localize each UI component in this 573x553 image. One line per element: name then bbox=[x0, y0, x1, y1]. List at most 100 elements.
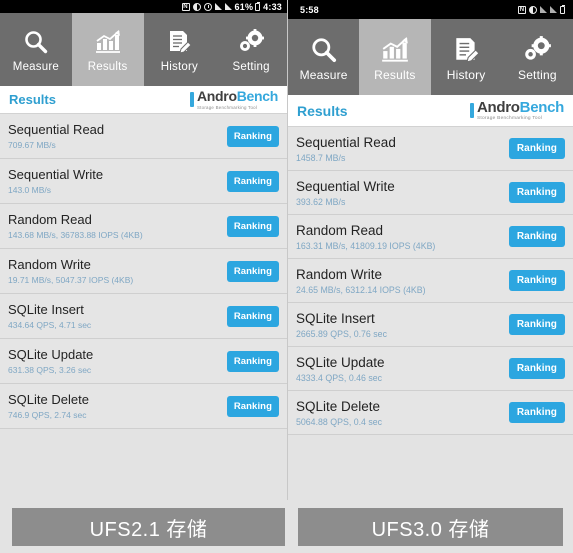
row-value: 163.31 MB/s, 41809.19 IOPS (4KB) bbox=[296, 240, 436, 251]
results-header: Results AndroBench Storage Benchmarking … bbox=[0, 86, 287, 114]
caption-right: UFS3.0 存储 bbox=[298, 508, 563, 546]
tab-setting-label: Setting bbox=[517, 67, 557, 82]
ranking-button[interactable]: Ranking bbox=[508, 358, 565, 379]
tab-history-label: History bbox=[446, 67, 486, 82]
row-value: 393.62 MB/s bbox=[296, 196, 346, 207]
row-value: 434.64 QPS, 4.71 sec bbox=[8, 320, 92, 330]
table-row[interactable]: SQLite Update 631.38 QPS, 3.26 sec Ranki… bbox=[0, 339, 287, 384]
table-row[interactable]: SQLite Insert 434.64 QPS, 4.71 sec Ranki… bbox=[0, 294, 287, 339]
row-title: Random Read bbox=[296, 222, 384, 238]
page-title: Results bbox=[297, 102, 348, 119]
ranking-button[interactable]: Ranking bbox=[508, 270, 565, 291]
nfc-icon: N bbox=[181, 2, 190, 11]
ranking-button[interactable]: Ranking bbox=[226, 125, 279, 147]
table-row[interactable]: SQLite Update 4333.4 QPS, 0.46 sec Ranki… bbox=[288, 347, 573, 391]
row-title: SQLite Insert bbox=[8, 302, 84, 317]
vibrate-icon bbox=[192, 2, 201, 11]
status-bar: 5:58 N bbox=[288, 0, 573, 19]
battery-percent: 61% bbox=[234, 1, 254, 12]
tab-setting[interactable]: Setting bbox=[502, 19, 573, 95]
caption-left: UFS2.1 存储 bbox=[12, 508, 285, 546]
row-value: 631.38 QPS, 3.26 sec bbox=[8, 365, 92, 375]
logo-text-bench: Bench bbox=[236, 87, 279, 104]
phone-screenshot-left: N 61% 4:33 Measure Results History Setti… bbox=[0, 0, 287, 500]
clock-time: 4:33 bbox=[263, 1, 282, 12]
table-row[interactable]: SQLite Insert 2665.89 QPS, 0.76 sec Rank… bbox=[288, 303, 573, 347]
ranking-button[interactable]: Ranking bbox=[226, 395, 279, 417]
row-title: Random Write bbox=[8, 257, 91, 272]
tab-history[interactable]: History bbox=[144, 13, 216, 86]
signal-icon bbox=[214, 3, 222, 10]
tab-setting-label: Setting bbox=[232, 61, 270, 73]
row-title: Random Write bbox=[296, 266, 383, 282]
gears-icon bbox=[237, 25, 265, 59]
row-value: 1458.7 MB/s bbox=[296, 152, 346, 163]
tab-bar: Measure Results History Setting bbox=[0, 13, 287, 86]
ranking-button[interactable]: Ranking bbox=[226, 215, 279, 237]
results-header: Results AndroBench Storage Benchmarking … bbox=[288, 95, 573, 127]
row-value: 143.0 MB/s bbox=[8, 185, 51, 195]
tab-results[interactable]: Results bbox=[71, 13, 144, 86]
ranking-button[interactable]: Ranking bbox=[226, 260, 279, 282]
table-row[interactable]: Sequential Read 709.67 MB/s Ranking bbox=[0, 114, 287, 159]
nfc-icon: N bbox=[518, 5, 526, 14]
table-row[interactable]: Sequential Write 393.62 MB/s Ranking bbox=[288, 171, 573, 215]
results-list: Sequential Read 709.67 MB/s Ranking Sequ… bbox=[0, 114, 287, 429]
row-title: SQLite Delete bbox=[296, 398, 381, 414]
logo-text-bench: Bench bbox=[519, 98, 565, 116]
ranking-button[interactable]: Ranking bbox=[508, 138, 565, 159]
tab-history[interactable]: History bbox=[431, 19, 502, 95]
table-row[interactable]: Random Write 24.65 MB/s, 6312.14 IOPS (4… bbox=[288, 259, 573, 303]
table-row[interactable]: Random Read 143.68 MB/s, 36783.88 IOPS (… bbox=[0, 204, 287, 249]
tab-setting[interactable]: Setting bbox=[215, 13, 287, 86]
row-value: 2665.89 QPS, 0.76 sec bbox=[296, 328, 387, 339]
status-icons: N bbox=[181, 2, 232, 11]
tab-history-label: History bbox=[160, 61, 198, 73]
signal-icon bbox=[540, 6, 547, 13]
ranking-button[interactable]: Ranking bbox=[226, 350, 279, 372]
ranking-button[interactable]: Ranking bbox=[508, 226, 565, 247]
logo-tagline: Storage Benchmarking Tool bbox=[476, 115, 543, 121]
row-title: Sequential Write bbox=[296, 178, 395, 194]
ranking-button[interactable]: Ranking bbox=[226, 305, 279, 327]
row-title: Random Read bbox=[8, 212, 92, 227]
tab-measure-label: Measure bbox=[299, 67, 348, 82]
table-row[interactable]: Random Read 163.31 MB/s, 41809.19 IOPS (… bbox=[288, 215, 573, 259]
tab-measure-label: Measure bbox=[12, 61, 59, 73]
tab-measure[interactable]: Measure bbox=[288, 19, 359, 95]
tab-bar: Measure Results History Setting bbox=[288, 19, 573, 95]
logo-mark-icon bbox=[189, 92, 194, 107]
tab-results[interactable]: Results bbox=[359, 19, 431, 95]
ranking-button[interactable]: Ranking bbox=[226, 170, 279, 192]
ranking-button[interactable]: Ranking bbox=[508, 402, 565, 423]
vibrate-icon bbox=[529, 5, 537, 14]
table-row[interactable]: Random Write 19.71 MB/s, 5047.37 IOPS (4… bbox=[0, 249, 287, 294]
row-value: 19.71 MB/s, 5047.37 IOPS (4KB) bbox=[8, 275, 134, 285]
logo-tagline: Storage Benchmarking Tool bbox=[196, 104, 258, 110]
battery-icon bbox=[255, 1, 261, 11]
row-title: Sequential Read bbox=[8, 122, 105, 137]
signal-icon bbox=[224, 3, 232, 10]
logo-text-andro: Andro bbox=[196, 87, 237, 104]
page-title: Results bbox=[9, 92, 56, 107]
ranking-button[interactable]: Ranking bbox=[508, 182, 565, 203]
status-icons: N bbox=[518, 4, 565, 14]
row-title: SQLite Update bbox=[8, 347, 94, 362]
row-value: 143.68 MB/s, 36783.88 IOPS (4KB) bbox=[8, 230, 143, 240]
document-pen-icon bbox=[452, 33, 480, 67]
row-value: 24.65 MB/s, 6312.14 IOPS (4KB) bbox=[296, 284, 426, 295]
row-title: SQLite Update bbox=[296, 354, 385, 370]
signal-icon bbox=[550, 6, 557, 13]
tab-results-label: Results bbox=[374, 67, 416, 82]
tab-measure[interactable]: Measure bbox=[0, 13, 72, 86]
ranking-button[interactable]: Ranking bbox=[508, 314, 565, 335]
results-list: Sequential Read 1458.7 MB/s Ranking Sequ… bbox=[288, 127, 573, 435]
comparison-screenshot: N 61% 4:33 Measure Results History Setti… bbox=[0, 0, 573, 553]
table-row[interactable]: SQLite Delete 5064.88 QPS, 0.4 sec Ranki… bbox=[288, 391, 573, 435]
table-row[interactable]: Sequential Read 1458.7 MB/s Ranking bbox=[288, 127, 573, 171]
caption-area: UFS2.1 存储 UFS3.0 存储 bbox=[0, 500, 573, 553]
table-row[interactable]: Sequential Write 143.0 MB/s Ranking bbox=[0, 159, 287, 204]
battery-icon bbox=[560, 4, 565, 14]
table-row[interactable]: SQLite Delete 746.9 QPS, 2.74 sec Rankin… bbox=[0, 384, 287, 429]
alarm-clock-icon bbox=[203, 2, 212, 11]
